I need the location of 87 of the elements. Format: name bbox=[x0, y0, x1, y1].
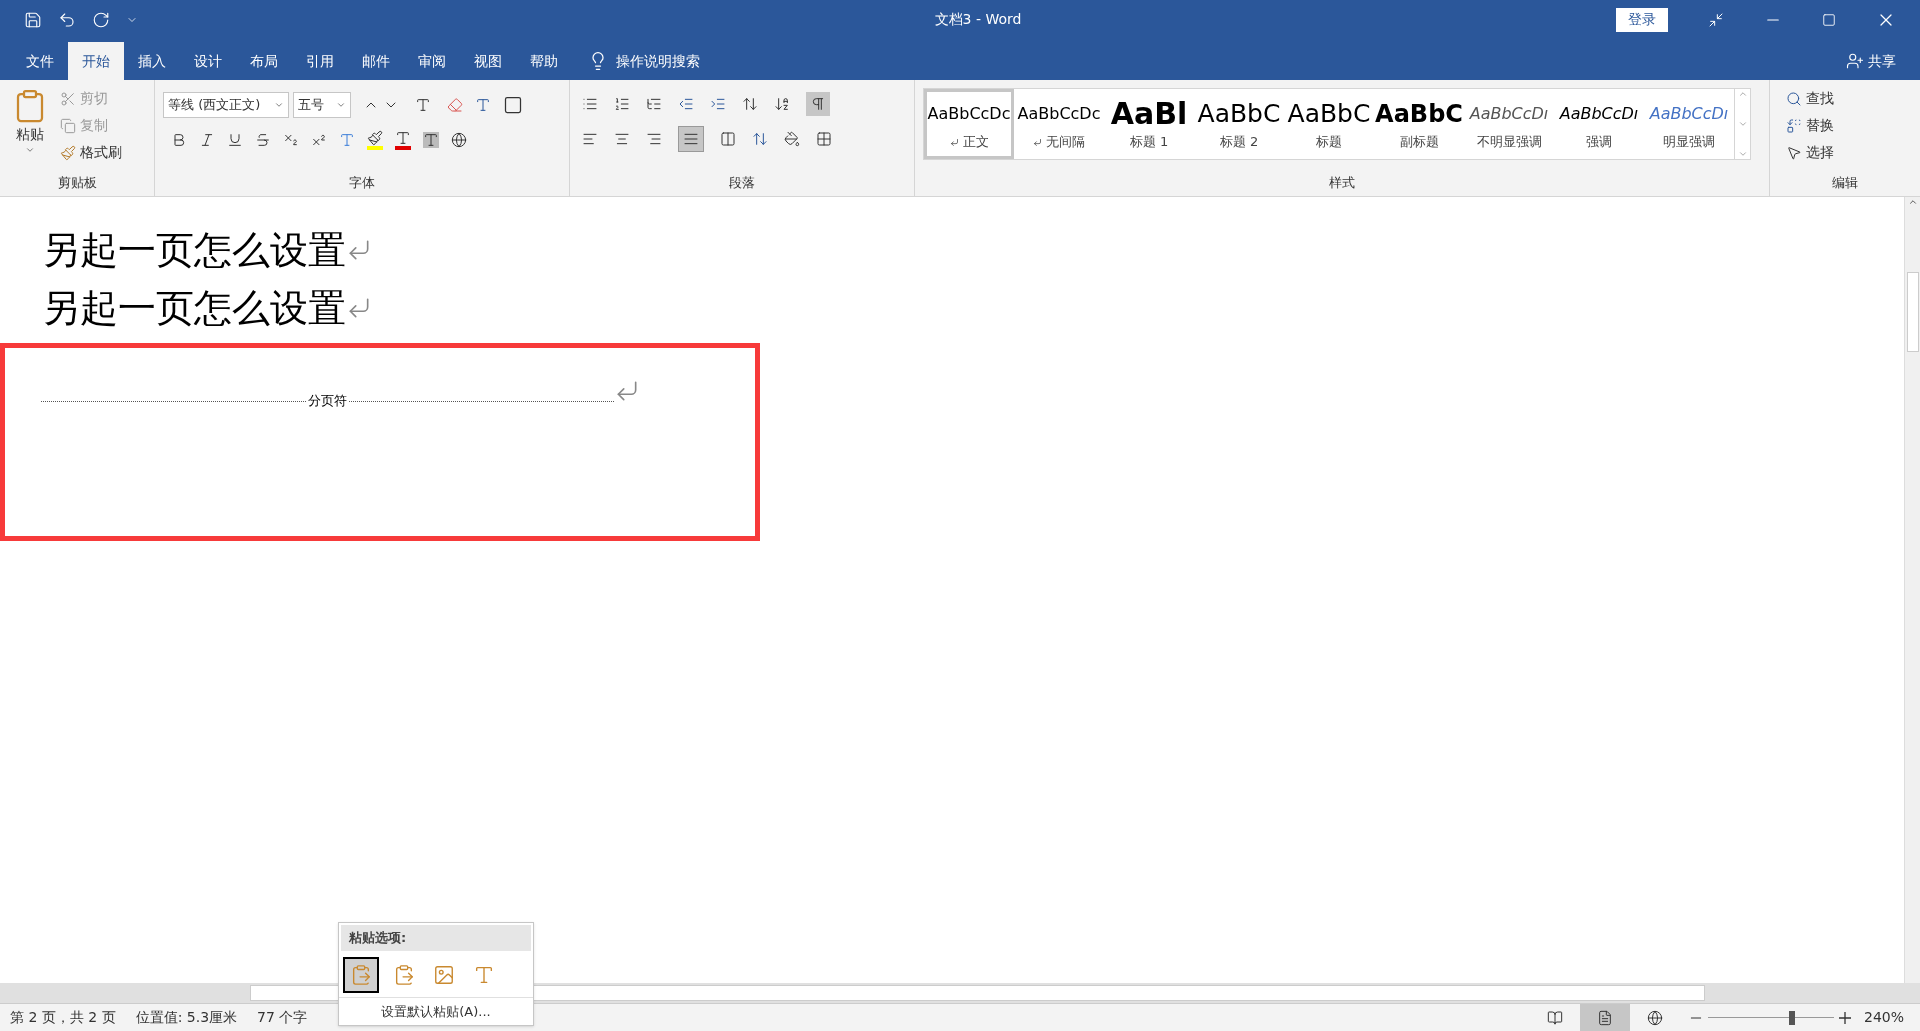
word-count[interactable]: 77 个字 bbox=[257, 1007, 308, 1028]
page-count[interactable]: 第 2 页，共 2 页 bbox=[10, 1007, 116, 1028]
italic-icon[interactable] bbox=[199, 132, 215, 148]
paste-button[interactable]: 粘贴 bbox=[16, 124, 44, 145]
style-item[interactable]: AaBbC 标题 bbox=[1284, 89, 1374, 159]
scroll-up-icon[interactable] bbox=[1907, 197, 1918, 207]
brush-icon[interactable] bbox=[60, 144, 76, 161]
ribbon-tab[interactable]: 审阅 bbox=[404, 42, 460, 80]
document-line: 另起一页怎么设置 bbox=[42, 226, 346, 274]
group-label: 剪贴板 bbox=[56, 173, 98, 192]
character-border-icon[interactable] bbox=[503, 95, 523, 115]
replace-button[interactable]: 替换 bbox=[1806, 115, 1834, 136]
ribbon-tab[interactable]: 布局 bbox=[236, 42, 292, 80]
ribbon-tab[interactable]: 插入 bbox=[124, 42, 180, 80]
ribbon-tab[interactable]: 视图 bbox=[460, 42, 516, 80]
decrease-indent-icon[interactable] bbox=[678, 96, 694, 112]
subscript-icon[interactable] bbox=[283, 132, 299, 148]
shading-icon[interactable] bbox=[784, 131, 800, 147]
style-item[interactable]: AaBbCcDı 强调 bbox=[1554, 89, 1644, 159]
increase-indent-icon[interactable] bbox=[710, 96, 726, 112]
justify-icon[interactable] bbox=[678, 126, 704, 152]
save-icon[interactable] bbox=[24, 10, 42, 29]
ribbon-tab[interactable]: 设计 bbox=[180, 42, 236, 80]
zoom-slider[interactable] bbox=[1707, 1009, 1834, 1026]
ribbon-tab[interactable]: 文件 bbox=[12, 42, 68, 80]
show-marks-icon[interactable] bbox=[806, 92, 830, 116]
vertical-scrollbar[interactable] bbox=[1904, 197, 1920, 983]
align-right-icon[interactable] bbox=[646, 131, 662, 147]
format-painter-button[interactable]: 格式刷 bbox=[80, 142, 122, 163]
superscript-icon[interactable] bbox=[311, 132, 327, 148]
popup-title: 粘贴选项: bbox=[341, 925, 531, 951]
dropdown-icon[interactable] bbox=[336, 100, 346, 110]
scrollbar-thumb[interactable] bbox=[1906, 272, 1919, 352]
group-label: 编辑 bbox=[1831, 173, 1859, 192]
ribbon-tab[interactable]: 邮件 bbox=[348, 42, 404, 80]
style-item[interactable]: AaBbC 副标题 bbox=[1374, 89, 1464, 159]
ribbon-tab[interactable]: 引用 bbox=[292, 42, 348, 80]
share-button[interactable]: 共享 bbox=[1868, 50, 1896, 72]
window-title: 文档3 - Word bbox=[934, 10, 1022, 29]
ribbon-tab[interactable]: 帮助 bbox=[516, 42, 572, 80]
bullets-icon[interactable] bbox=[582, 96, 598, 112]
sort-icon[interactable] bbox=[774, 96, 790, 112]
group-label: 字体 bbox=[348, 173, 376, 192]
horizontal-scrollbar[interactable] bbox=[0, 983, 1920, 1003]
caret-icon[interactable] bbox=[25, 145, 35, 155]
search-icon[interactable] bbox=[1786, 90, 1802, 107]
multilevel-list-icon[interactable] bbox=[646, 96, 662, 112]
ribbon-tab[interactable]: 开始 bbox=[68, 42, 124, 80]
group-label: 段落 bbox=[728, 173, 756, 192]
position-value[interactable]: 位置值: 5.3厘米 bbox=[135, 1007, 238, 1028]
find-button[interactable]: 查找 bbox=[1806, 88, 1834, 109]
document-line: 另起一页怎么设置 bbox=[42, 284, 346, 332]
style-item[interactable]: AaBbCcDı 明显强调 bbox=[1644, 89, 1734, 159]
restore-icon[interactable] bbox=[1822, 12, 1836, 27]
underline-icon[interactable] bbox=[227, 132, 243, 148]
font-size-field[interactable]: 五号 bbox=[293, 92, 351, 118]
replace-icon[interactable] bbox=[1786, 117, 1802, 134]
style-item[interactable]: AaBbCcDc 无间隔 bbox=[1014, 89, 1104, 159]
align-center-icon[interactable] bbox=[614, 131, 630, 147]
borders-icon[interactable] bbox=[816, 131, 832, 147]
align-left-icon[interactable] bbox=[582, 131, 598, 147]
select-button[interactable]: 选择 bbox=[1806, 142, 1834, 163]
style-item[interactable]: AaBbCcDı 不明显强调 bbox=[1464, 89, 1554, 159]
numbering-icon[interactable] bbox=[614, 96, 630, 112]
font-name-field[interactable]: 等线 (西文正文) bbox=[163, 92, 289, 118]
zoom-in-icon[interactable] bbox=[1837, 1010, 1852, 1025]
style-item[interactable]: AaBl 标题 1 bbox=[1104, 89, 1194, 159]
share-icon[interactable] bbox=[1846, 52, 1864, 70]
redo-icon[interactable] bbox=[92, 10, 110, 29]
slider-thumb[interactable] bbox=[1789, 1010, 1796, 1025]
strikethrough-icon[interactable] bbox=[255, 132, 271, 148]
pointer-icon[interactable] bbox=[1786, 144, 1802, 161]
highlighter-icon[interactable] bbox=[367, 130, 383, 150]
zoom-level[interactable]: 240% bbox=[1863, 1007, 1904, 1028]
style-item[interactable]: AaBbC 标题 2 bbox=[1194, 89, 1284, 159]
print-layout-icon[interactable] bbox=[1579, 1003, 1630, 1031]
undo-icon[interactable] bbox=[58, 10, 76, 29]
bold-icon[interactable] bbox=[171, 132, 187, 148]
scissors-icon[interactable] bbox=[60, 90, 76, 107]
page-break-label: 分页符 bbox=[307, 391, 348, 410]
login-button[interactable]: 登录 bbox=[1616, 7, 1668, 32]
style-item[interactable]: AaBbCcDc 正文 bbox=[924, 89, 1014, 159]
group-label: 样式 bbox=[1328, 173, 1356, 192]
clear-format-icon[interactable] bbox=[447, 97, 463, 113]
set-default-paste[interactable]: 设置默认粘贴(A)... bbox=[339, 997, 533, 1025]
tell-me-search[interactable]: 操作说明搜索 bbox=[616, 50, 700, 72]
dropdown-icon[interactable] bbox=[274, 100, 284, 110]
